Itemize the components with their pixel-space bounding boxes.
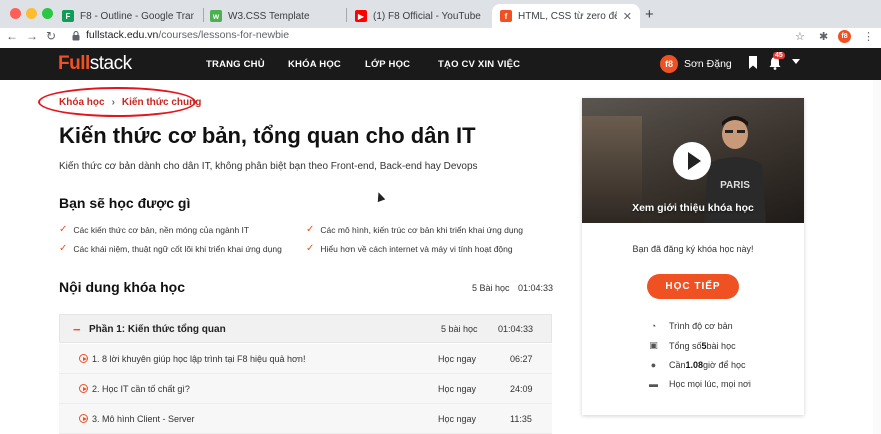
learn-item: ✓ Hiểu hơn về cách internet và máy vi tín…: [306, 243, 513, 254]
breadcrumb-courses-link[interactable]: Khóa học: [59, 97, 105, 108]
section-lesson-count: 5 bài học: [441, 324, 478, 334]
reload-icon[interactable]: ↻: [46, 29, 56, 43]
battery-icon: ▬: [649, 379, 658, 389]
section-duration: 01:04:33: [498, 324, 534, 334]
nav-home[interactable]: TRANG CHỦ: [206, 59, 265, 70]
fullstack-logo[interactable]: Fullstack: [58, 53, 132, 75]
video-caption: Xem giới thiệu khóa học: [632, 202, 754, 214]
profile-avatar-icon[interactable]: f8: [838, 30, 851, 43]
nav-classes[interactable]: LỚP HỌC: [365, 59, 410, 70]
new-tab-icon[interactable]: +: [645, 6, 654, 23]
nav-create-cv[interactable]: TẠO CV XIN VIỆC: [438, 59, 520, 70]
browser-toolbar: ← → ↻ fullstack.edu.vn/courses/lessons-f…: [0, 28, 881, 48]
info-row: ▣ Tổng số 5 bài học: [649, 340, 736, 351]
lesson-action[interactable]: Học ngay: [438, 414, 476, 424]
lesson-duration: 11:35: [510, 414, 532, 424]
info-row: ● Cần 1.08 giờ để học: [648, 360, 746, 370]
user-name[interactable]: Sơn Đặng: [684, 58, 732, 70]
user-avatar[interactable]: f8: [660, 55, 678, 73]
w3-icon: w: [210, 10, 222, 22]
star-icon[interactable]: ☆: [795, 30, 805, 43]
course-description: Kiến thức cơ bản dành cho dân IT, không …: [59, 161, 478, 172]
youtube-icon: ▶: [355, 10, 367, 22]
breadcrumb-current[interactable]: Kiến thức chung: [122, 97, 201, 108]
chevron-down-icon[interactable]: [792, 59, 800, 64]
section-name: Phần 1: Kiến thức tổng quan: [89, 324, 226, 335]
mouse-cursor-icon: [374, 190, 386, 203]
lesson-row[interactable]: 3. Mô hình Client - Server Học ngay 11:3…: [59, 404, 552, 434]
clock-icon: ●: [650, 360, 657, 370]
play-button-icon[interactable]: [673, 142, 711, 180]
learn-item: ✓ Các khái niệm, thuật ngữ cốt lõi khi tr…: [59, 243, 282, 254]
info-row: ▬ Học mọi lúc, mọi nơi: [649, 379, 751, 389]
info-row: ◔ Trình độ cơ bản: [648, 321, 733, 331]
browser-tab-sheets[interactable]: F F8 - Outline - Google Trang tính: [54, 4, 202, 28]
section-header[interactable]: − Phần 1: Kiến thức tổng quan 5 bài học …: [59, 314, 552, 343]
enrolled-message: Bạn đã đăng ký khóa học này!: [632, 244, 754, 254]
lesson-name: 2. Học IT cần tố chất gì?: [92, 384, 190, 394]
lesson-row[interactable]: 1. 8 lời khuyên giúp học lập trình tại F…: [59, 344, 552, 374]
check-icon: ✓: [59, 224, 68, 235]
forward-icon[interactable]: →: [26, 29, 38, 43]
shirt-text: PARIS: [720, 180, 750, 191]
collapse-minus-icon: −: [73, 322, 81, 337]
close-tab-icon[interactable]: ✕: [623, 10, 632, 23]
address-bar[interactable]: fullstack.edu.vn/courses/lessons-for-new…: [86, 29, 289, 41]
lesson-action[interactable]: Học ngay: [438, 384, 476, 394]
f8-favicon-icon: f: [500, 10, 512, 22]
notification-count-badge: 45: [773, 52, 785, 59]
window-zoom-button[interactable]: [42, 8, 53, 19]
lesson-row[interactable]: 2. Học IT cần tố chất gì? Học ngay 24:09: [59, 374, 552, 404]
play-circle-icon: [79, 354, 88, 363]
check-icon: ✓: [306, 224, 315, 235]
page-title: Kiến thức cơ bản, tổng quan cho dân IT: [59, 123, 476, 148]
bookmark-icon[interactable]: [748, 56, 758, 69]
learn-item: ✓ Các kiến thức cơ bản, nền móng của ngàn…: [59, 224, 250, 235]
lesson-name: 1. 8 lời khuyên giúp học lập trình tại F…: [92, 354, 306, 364]
url-domain: fullstack.edu.vn: [86, 29, 159, 41]
continue-learning-button[interactable]: HỌC TIẾP: [647, 274, 739, 299]
chevron-right-icon: ›: [111, 97, 115, 108]
course-sidebar-card: PARIS Xem giới thiệu khóa học Bạn đã đăn…: [582, 98, 804, 415]
intro-video-thumbnail[interactable]: PARIS Xem giới thiệu khóa học: [582, 98, 804, 223]
check-icon: ✓: [306, 243, 315, 254]
browser-tab-strip: F F8 - Outline - Google Trang tính w W3.…: [0, 0, 881, 28]
lesson-action[interactable]: Học ngay: [438, 354, 476, 364]
lesson-duration: 24:09: [510, 384, 533, 394]
learn-heading: Bạn sẽ học được gì: [59, 195, 191, 211]
lesson-name: 3. Mô hình Client - Server: [92, 414, 195, 424]
page-scrollbar[interactable]: [873, 80, 881, 434]
url-path: /courses/lessons-for-newbie: [158, 29, 290, 41]
lesson-duration: 06:27: [510, 354, 533, 364]
window-close-button[interactable]: [10, 8, 21, 19]
play-circle-icon: [79, 414, 88, 423]
gauge-icon: ◔: [650, 321, 657, 331]
sheets-icon: F: [62, 10, 74, 22]
browser-tab-youtube[interactable]: ▶ (1) F8 Official - YouTube: [347, 4, 490, 28]
extensions-icon[interactable]: ✱: [819, 30, 828, 43]
learn-item: ✓ Các mô hình, kiến trúc cơ bản khi triển…: [306, 224, 524, 235]
menu-dots-icon[interactable]: ⋮: [863, 30, 874, 43]
content-duration: 01:04:33: [518, 283, 554, 293]
browser-tab-w3[interactable]: w W3.CSS Template: [202, 4, 347, 28]
back-icon[interactable]: ←: [6, 29, 18, 43]
nav-courses[interactable]: KHÓA HỌC: [288, 59, 341, 70]
check-icon: ✓: [59, 243, 68, 254]
content-heading: Nội dung khóa học: [59, 279, 185, 295]
content-lesson-total: 5 Bài học: [472, 283, 510, 293]
window-minimize-button[interactable]: [26, 8, 37, 19]
play-circle-icon: [79, 384, 88, 393]
browser-tab-f8-active[interactable]: f HTML, CSS từ zero đến Hero ✕: [492, 4, 640, 28]
site-header: Fullstack TRANG CHỦ KHÓA HỌC LỚP HỌC TẠO…: [0, 48, 881, 80]
lock-icon: [72, 31, 80, 41]
film-icon: ▣: [649, 340, 658, 350]
breadcrumb: Khóa học › Kiến thức chung: [59, 97, 201, 108]
